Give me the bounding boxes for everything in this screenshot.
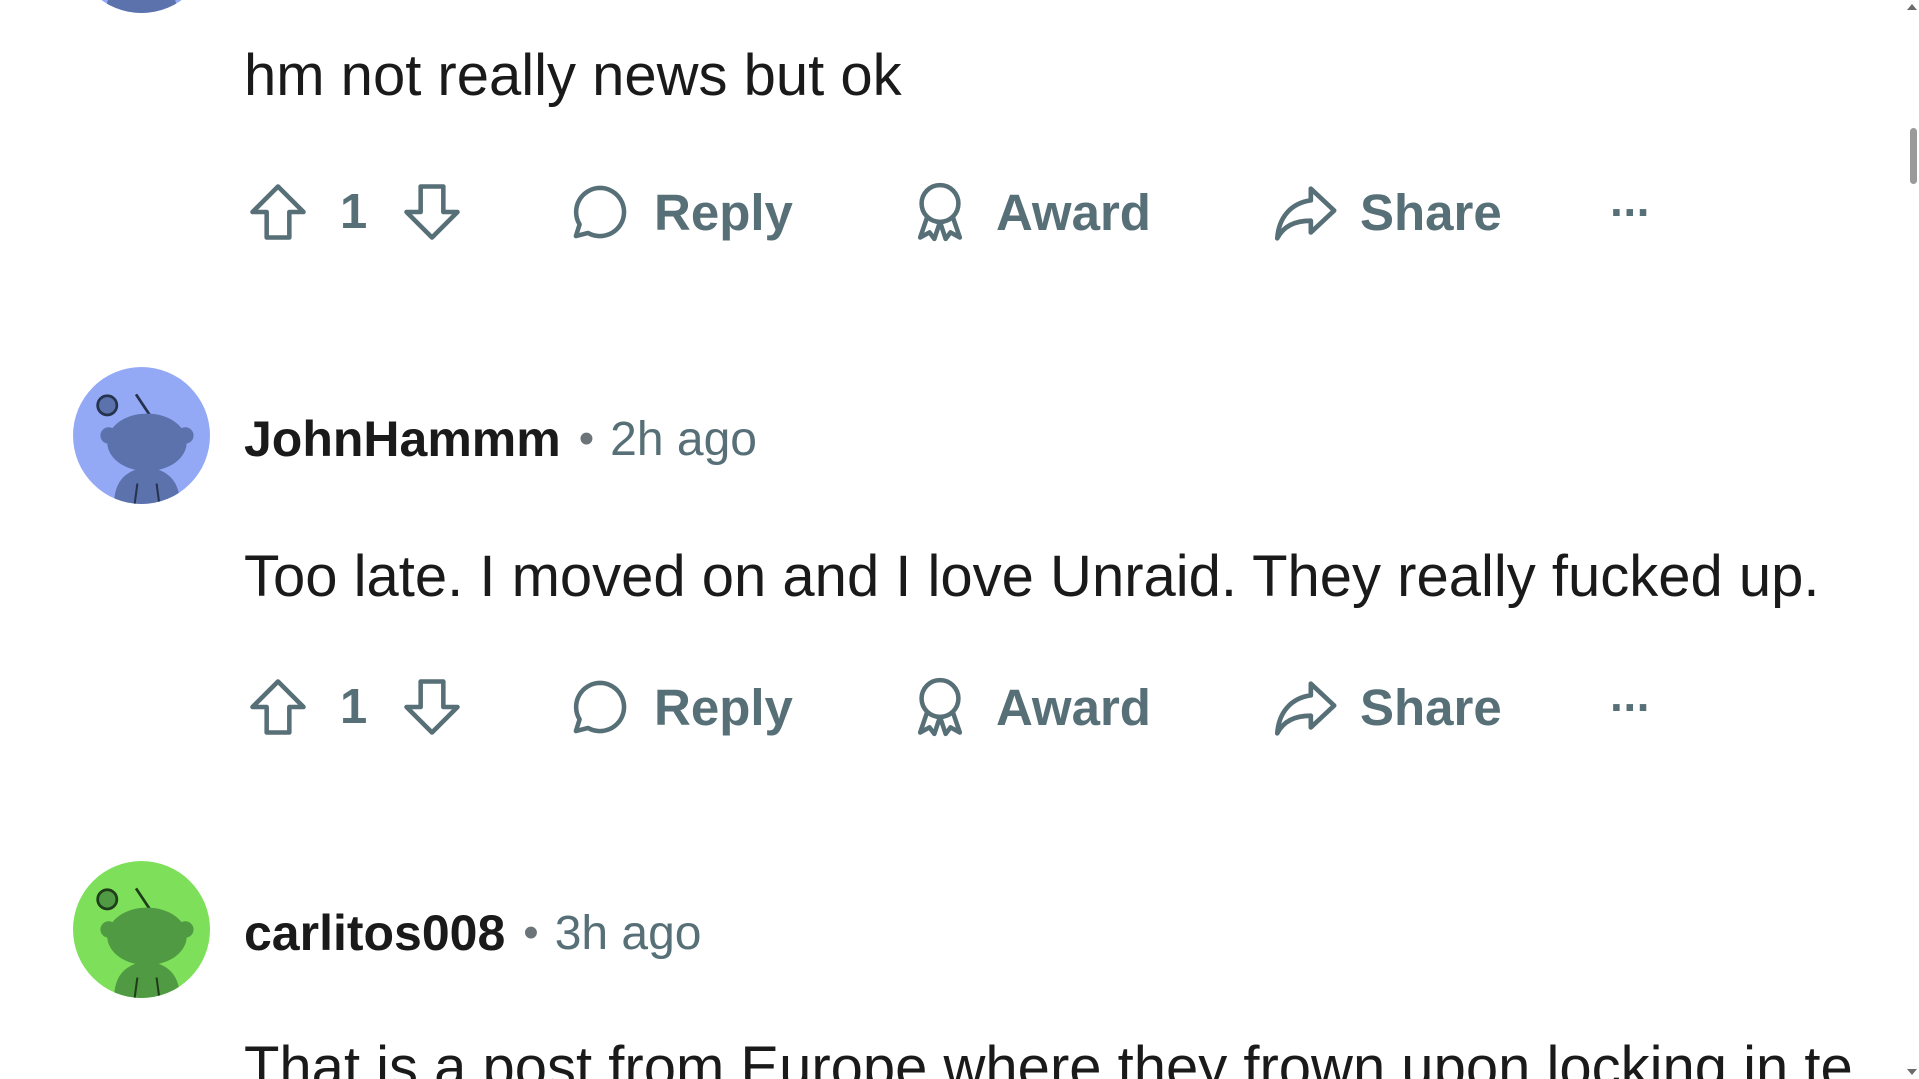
downvote-button[interactable] (398, 172, 466, 252)
more-options-icon: ··· (1610, 681, 1652, 733)
award-button[interactable]: Award (906, 667, 1151, 747)
award-icon (917, 677, 963, 737)
reply-label: Reply (654, 183, 793, 241)
scroll-thumb[interactable] (1910, 128, 1917, 184)
avatar[interactable] (73, 861, 210, 998)
comment-actions: 1 Reply Award Share ··· (244, 667, 1684, 747)
vote-score: 1 (340, 185, 368, 239)
vote-score: 1 (340, 680, 368, 734)
more-options-icon: ··· (1610, 186, 1652, 238)
separator-dot: • (578, 414, 595, 463)
award-label: Award (996, 183, 1151, 241)
reply-button[interactable]: Reply (566, 172, 793, 252)
comment-body: Too late. I moved on and I love Unraid. … (244, 544, 1820, 609)
award-label: Award (996, 678, 1151, 736)
username-link[interactable]: carlitos008 (244, 904, 505, 962)
timestamp[interactable]: 3h ago (555, 906, 702, 961)
award-button[interactable]: Award (906, 172, 1151, 252)
share-label: Share (1360, 183, 1502, 241)
downvote-icon (404, 679, 460, 735)
comment-actions: 1 Reply Award Share ··· (244, 172, 1684, 252)
share-button[interactable]: Share (1270, 172, 1502, 252)
reply-button[interactable]: Reply (566, 667, 793, 747)
separator-dot: • (523, 908, 539, 957)
downvote-button[interactable] (398, 667, 466, 747)
scroll-up-arrow-icon[interactable] (1907, 4, 1917, 10)
scrollbar[interactable] (1905, 0, 1919, 1079)
comment-thread: hm not really news but ok 1 Reply Award … (0, 0, 1919, 1079)
scroll-down-arrow-icon[interactable] (1907, 1069, 1917, 1075)
upvote-button[interactable] (244, 667, 312, 747)
reply-label: Reply (654, 678, 793, 736)
award-icon (917, 182, 963, 242)
upvote-icon (250, 184, 306, 240)
upvote-icon (250, 679, 306, 735)
username-link[interactable]: JohnHammm (244, 410, 561, 468)
comment-body: hm not really news but ok (244, 43, 902, 108)
share-icon (1274, 186, 1337, 241)
more-options-button[interactable]: ··· (1610, 172, 1652, 252)
share-icon (1274, 681, 1337, 736)
share-label: Share (1360, 678, 1502, 736)
comment-meta: carlitos008 • 3h ago (244, 898, 702, 968)
avatar[interactable] (73, 367, 210, 504)
comment-icon (573, 680, 627, 734)
comment-body: That is a post from Europe where they fr… (244, 1035, 1853, 1079)
upvote-button[interactable] (244, 172, 312, 252)
avatar[interactable] (73, 0, 210, 13)
downvote-icon (404, 184, 460, 240)
timestamp[interactable]: 2h ago (610, 412, 757, 467)
comment-icon (573, 185, 627, 239)
comment-meta: JohnHammm • 2h ago (244, 404, 757, 474)
share-button[interactable]: Share (1270, 667, 1502, 747)
more-options-button[interactable]: ··· (1610, 667, 1652, 747)
